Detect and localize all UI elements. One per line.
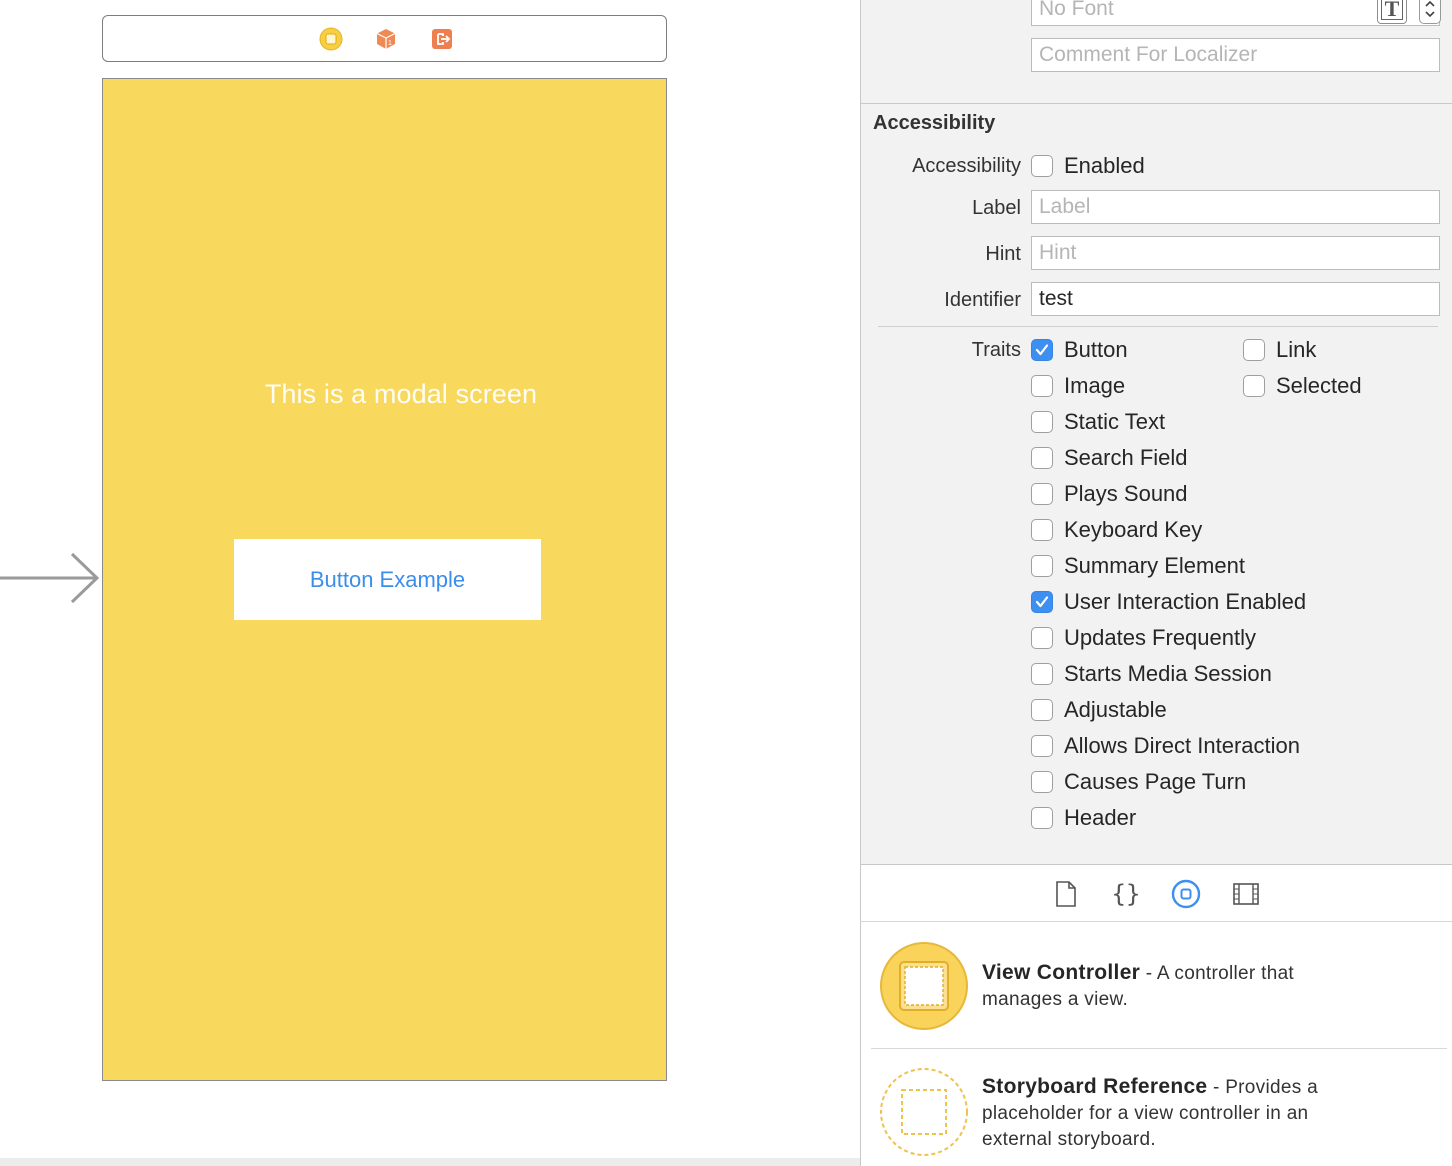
checkmark-icon xyxy=(1035,344,1049,356)
checkbox-box[interactable] xyxy=(1031,735,1053,757)
library-item-title: View Controller xyxy=(982,961,1141,984)
checkbox-box[interactable] xyxy=(1031,807,1053,829)
media-library-icon[interactable] xyxy=(1231,879,1261,909)
first-responder-icon[interactable]: 1 xyxy=(374,27,398,51)
checkbox-box[interactable] xyxy=(1031,447,1053,469)
scene-dock: 1 xyxy=(102,15,667,62)
checkmark-icon xyxy=(1035,596,1049,608)
accessibility-section-title: Accessibility xyxy=(873,112,996,134)
checkbox-box[interactable] xyxy=(1031,771,1053,793)
comment-for-localizer-field[interactable] xyxy=(1031,38,1440,72)
trait-plays-sound-checkbox[interactable]: Plays Sound xyxy=(1031,481,1188,507)
library-item-text: View Controller - A controller that mana… xyxy=(982,960,1372,1013)
file-template-icon[interactable] xyxy=(1051,879,1081,909)
exit-icon[interactable] xyxy=(430,27,454,51)
accessibility-label: Accessibility xyxy=(912,155,1021,177)
hint-field-label: Hint xyxy=(985,243,1021,265)
trait-header-checkbox[interactable]: Header xyxy=(1031,805,1136,831)
font-field-value: No Font xyxy=(1039,0,1114,20)
modal-screen-label[interactable]: This is a modal screen xyxy=(103,379,699,410)
canvas-bottom-bar xyxy=(0,1158,860,1166)
font-picker-button[interactable]: T xyxy=(1377,0,1407,24)
chevron-up-down-icon xyxy=(1425,0,1435,18)
font-stepper[interactable] xyxy=(1419,0,1441,24)
checkbox-box[interactable] xyxy=(1031,411,1053,433)
checkbox-box[interactable] xyxy=(1031,155,1053,177)
accessibility-identifier-field[interactable] xyxy=(1031,282,1440,316)
section-divider xyxy=(861,103,1452,104)
trait-adjustable-checkbox[interactable]: Adjustable xyxy=(1031,697,1167,723)
trait-label: Header xyxy=(1064,805,1137,830)
trait-label: Image xyxy=(1064,373,1126,398)
checkbox-box[interactable] xyxy=(1031,339,1053,361)
checkbox-box[interactable] xyxy=(1243,375,1265,397)
library-item-title: Storyboard Reference xyxy=(982,1075,1208,1098)
accessibility-label-field[interactable] xyxy=(1031,190,1440,224)
trait-label: Adjustable xyxy=(1064,697,1167,722)
trait-starts-media-session-checkbox[interactable]: Starts Media Session xyxy=(1031,661,1272,687)
view-controller-icon[interactable] xyxy=(319,27,343,51)
accessibility-enabled-checkbox[interactable]: Enabled xyxy=(1031,153,1145,179)
trait-user-interaction-enabled-checkbox[interactable]: User Interaction Enabled xyxy=(1031,589,1306,615)
trait-label: Search Field xyxy=(1064,445,1188,470)
identity-inspector: No Font T Accessibility Accessibility En… xyxy=(860,0,1452,864)
checkbox-box[interactable] xyxy=(1031,699,1053,721)
checkbox-box[interactable] xyxy=(1031,591,1053,613)
checkbox-box[interactable] xyxy=(1031,519,1053,541)
trait-label: Causes Page Turn xyxy=(1064,769,1247,794)
trait-search-field-checkbox[interactable]: Search Field xyxy=(1031,445,1188,471)
trait-causes-page-turn-checkbox[interactable]: Causes Page Turn xyxy=(1031,769,1246,795)
trait-label: Allows Direct Interaction xyxy=(1064,733,1300,758)
library-tab-bar: {} xyxy=(860,864,1452,922)
trait-link-checkbox[interactable]: Link xyxy=(1243,337,1316,363)
trait-label: Plays Sound xyxy=(1064,481,1188,506)
trait-updates-frequently-checkbox[interactable]: Updates Frequently xyxy=(1031,625,1256,651)
checkbox-box[interactable] xyxy=(1031,555,1053,577)
trait-label: Link xyxy=(1276,337,1317,362)
trait-label: Selected xyxy=(1276,373,1362,398)
trait-label: Button xyxy=(1064,337,1128,362)
view-controller-scene[interactable]: This is a modal screen Button Example xyxy=(102,78,667,1081)
trait-label: Starts Media Session xyxy=(1064,661,1272,686)
traits-divider xyxy=(878,326,1438,327)
trait-allows-direct-interaction-checkbox[interactable]: Allows Direct Interaction xyxy=(1031,733,1300,759)
code-snippet-icon[interactable]: {} xyxy=(1111,879,1141,909)
trait-label: User Interaction Enabled xyxy=(1064,589,1307,614)
storyboard-canvas[interactable]: 1 This is a modal screen Button Example xyxy=(0,0,860,1166)
checkbox-box[interactable] xyxy=(1031,627,1053,649)
checkbox-box[interactable] xyxy=(1031,375,1053,397)
trait-label: Summary Element xyxy=(1064,553,1245,578)
view-controller-icon xyxy=(880,942,968,1030)
library-item-text: Storyboard Reference - Provides a placeh… xyxy=(982,1074,1372,1153)
library-item-divider xyxy=(871,1048,1447,1049)
storyboard-reference-icon xyxy=(880,1068,968,1156)
trait-selected-checkbox[interactable]: Selected xyxy=(1243,373,1362,399)
checkbox-box[interactable] xyxy=(1243,339,1265,361)
accessibility-hint-field[interactable] xyxy=(1031,236,1440,270)
button-example[interactable]: Button Example xyxy=(234,539,541,620)
trait-summary-element-checkbox[interactable]: Summary Element xyxy=(1031,553,1245,579)
trait-label: Updates Frequently xyxy=(1064,625,1256,650)
trait-button-checkbox[interactable]: Button xyxy=(1031,337,1128,363)
trait-label: Static Text xyxy=(1064,409,1166,434)
checkbox-box[interactable] xyxy=(1031,663,1053,685)
traits-label: Traits xyxy=(971,339,1021,361)
font-t-icon: T xyxy=(1380,0,1404,20)
svg-text:1: 1 xyxy=(388,40,392,47)
entry-point-arrow-icon[interactable] xyxy=(0,552,104,604)
label-field-label: Label xyxy=(972,197,1021,219)
trait-label: Keyboard Key xyxy=(1064,517,1203,542)
trait-keyboard-key-checkbox[interactable]: Keyboard Key xyxy=(1031,517,1202,543)
object-library-list: View Controller - A controller that mana… xyxy=(860,922,1452,1166)
trait-image-checkbox[interactable]: Image xyxy=(1031,373,1125,399)
trait-static-text-checkbox[interactable]: Static Text xyxy=(1031,409,1165,435)
enabled-label: Enabled xyxy=(1064,153,1145,178)
identifier-field-label: Identifier xyxy=(944,289,1021,311)
object-library-icon[interactable] xyxy=(1171,879,1201,909)
checkbox-box[interactable] xyxy=(1031,483,1053,505)
